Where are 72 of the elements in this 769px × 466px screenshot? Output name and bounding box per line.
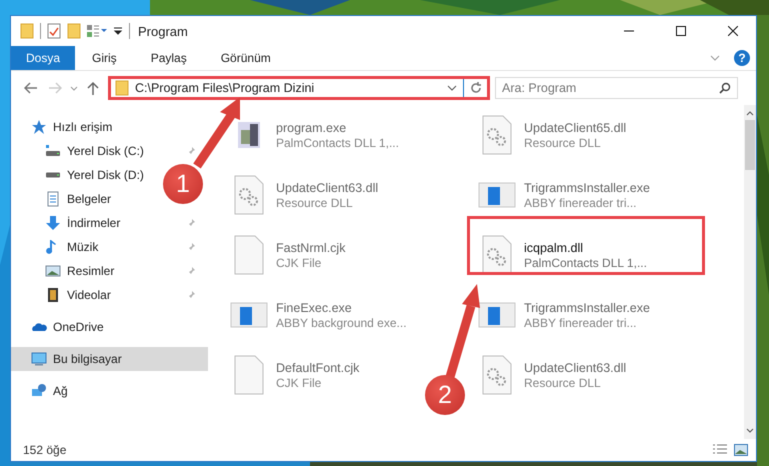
scroll-up-icon[interactable]	[746, 111, 754, 116]
thumbnail-view-icon[interactable]	[734, 444, 748, 456]
file-name[interactable]: FastNrml.cjk	[276, 240, 346, 254]
expand-ribbon-icon[interactable]	[710, 55, 720, 61]
refresh-icon[interactable]	[470, 82, 482, 94]
close-icon[interactable]	[728, 26, 738, 36]
view-options-icon[interactable]	[87, 24, 107, 38]
ribbon-tab[interactable]: Dosya	[11, 46, 76, 70]
document-icon	[45, 191, 61, 207]
window-title: Program	[138, 24, 189, 38]
back-arrow-icon[interactable]	[24, 82, 38, 94]
recent-caret-icon[interactable]	[70, 86, 78, 90]
file-description: PalmContacts DLL 1,...	[524, 256, 647, 270]
sidebar-label[interactable]: Bu bilgisayar	[53, 352, 122, 366]
folder-icon	[115, 80, 129, 96]
ribbon-tab[interactable]: Giriş	[75, 46, 134, 70]
scroll-down-icon[interactable]	[746, 428, 754, 433]
scrollbar[interactable]	[744, 105, 756, 439]
drive-icon	[45, 145, 61, 157]
file-description: Resource DLL	[524, 376, 602, 390]
details-view-icon[interactable]	[712, 444, 728, 456]
sidebar-label[interactable]: Yerel Disk (D:)	[67, 168, 144, 182]
search-field[interactable]: Ara: Program	[495, 77, 738, 99]
ribbon-tab[interactable]: Paylaş	[134, 46, 204, 70]
star-icon	[31, 119, 47, 135]
drive-icon	[45, 172, 61, 178]
address-bar[interactable]: C:\Program Files\Program Dizini	[108, 76, 490, 100]
file-description: ABBY background exe...	[276, 316, 407, 330]
file-description: Resource DLL	[276, 196, 354, 210]
sidebar-label[interactable]: Yerel Disk (C:)	[67, 144, 144, 158]
help-button[interactable]: ?	[734, 50, 750, 66]
sidebar-label[interactable]: Belgeler	[67, 192, 112, 206]
dropdown-caret-icon[interactable]	[447, 85, 457, 91]
item-count: 152 öğe	[23, 443, 68, 457]
sidebar-label[interactable]: Müzik	[67, 240, 98, 254]
file-name[interactable]: TrigrammsInstaller.exe	[524, 180, 650, 194]
up-arrow-icon[interactable]	[87, 81, 99, 95]
file-name[interactable]: icqpalm.dll	[524, 240, 647, 254]
scroll-thumb[interactable]	[745, 120, 755, 170]
file-description: Resource DLL	[524, 136, 602, 150]
file-name[interactable]: DefaultFont.cjk	[276, 360, 360, 374]
sidebar-label[interactable]: Ağ	[53, 384, 68, 398]
monitor-icon	[31, 351, 47, 367]
sidebar-item[interactable]: Bu bilgisayar	[11, 347, 208, 371]
ribbon-tab[interactable]: Görünüm	[204, 46, 288, 70]
network-icon	[31, 383, 47, 399]
customize-caret-icon[interactable]	[113, 26, 123, 36]
pointer-arrow	[193, 97, 240, 169]
file-description: ABBY finereader tri...	[524, 196, 638, 210]
search-icon[interactable]	[719, 82, 731, 94]
download-arrow-icon	[45, 215, 61, 231]
file-name[interactable]: UpdateClient63.dll	[276, 180, 378, 194]
file-description: CJK File	[276, 376, 322, 390]
file-name[interactable]: TrigrammsInstaller.exe	[524, 300, 650, 314]
picture-icon	[45, 263, 61, 279]
file-description: CJK File	[276, 256, 322, 270]
file-name[interactable]: UpdateClient65.dll	[524, 120, 626, 134]
sidebar-label[interactable]: OneDrive	[53, 320, 104, 334]
sidebar-label[interactable]: Videolar	[67, 288, 111, 302]
file-description: PalmContacts DLL 1,...	[276, 136, 399, 150]
minimize-icon[interactable]	[624, 30, 634, 32]
maximize-icon[interactable]	[676, 26, 686, 36]
address-path: C:\Program Files\Program Dizini	[135, 81, 316, 95]
sidebar-label[interactable]: İndirmeler	[67, 216, 120, 230]
file-name[interactable]: FineExec.exe	[276, 300, 407, 314]
properties-icon[interactable]	[47, 23, 61, 39]
sidebar-label[interactable]: Hızlı erişim	[53, 120, 112, 134]
file-name[interactable]: program.exe	[276, 120, 399, 134]
film-icon	[45, 287, 61, 303]
file-description: ABBY finereader tri...	[524, 316, 638, 330]
file-name[interactable]: UpdateClient63.dll	[524, 360, 626, 374]
sidebar-label[interactable]: Resimler	[67, 264, 114, 278]
